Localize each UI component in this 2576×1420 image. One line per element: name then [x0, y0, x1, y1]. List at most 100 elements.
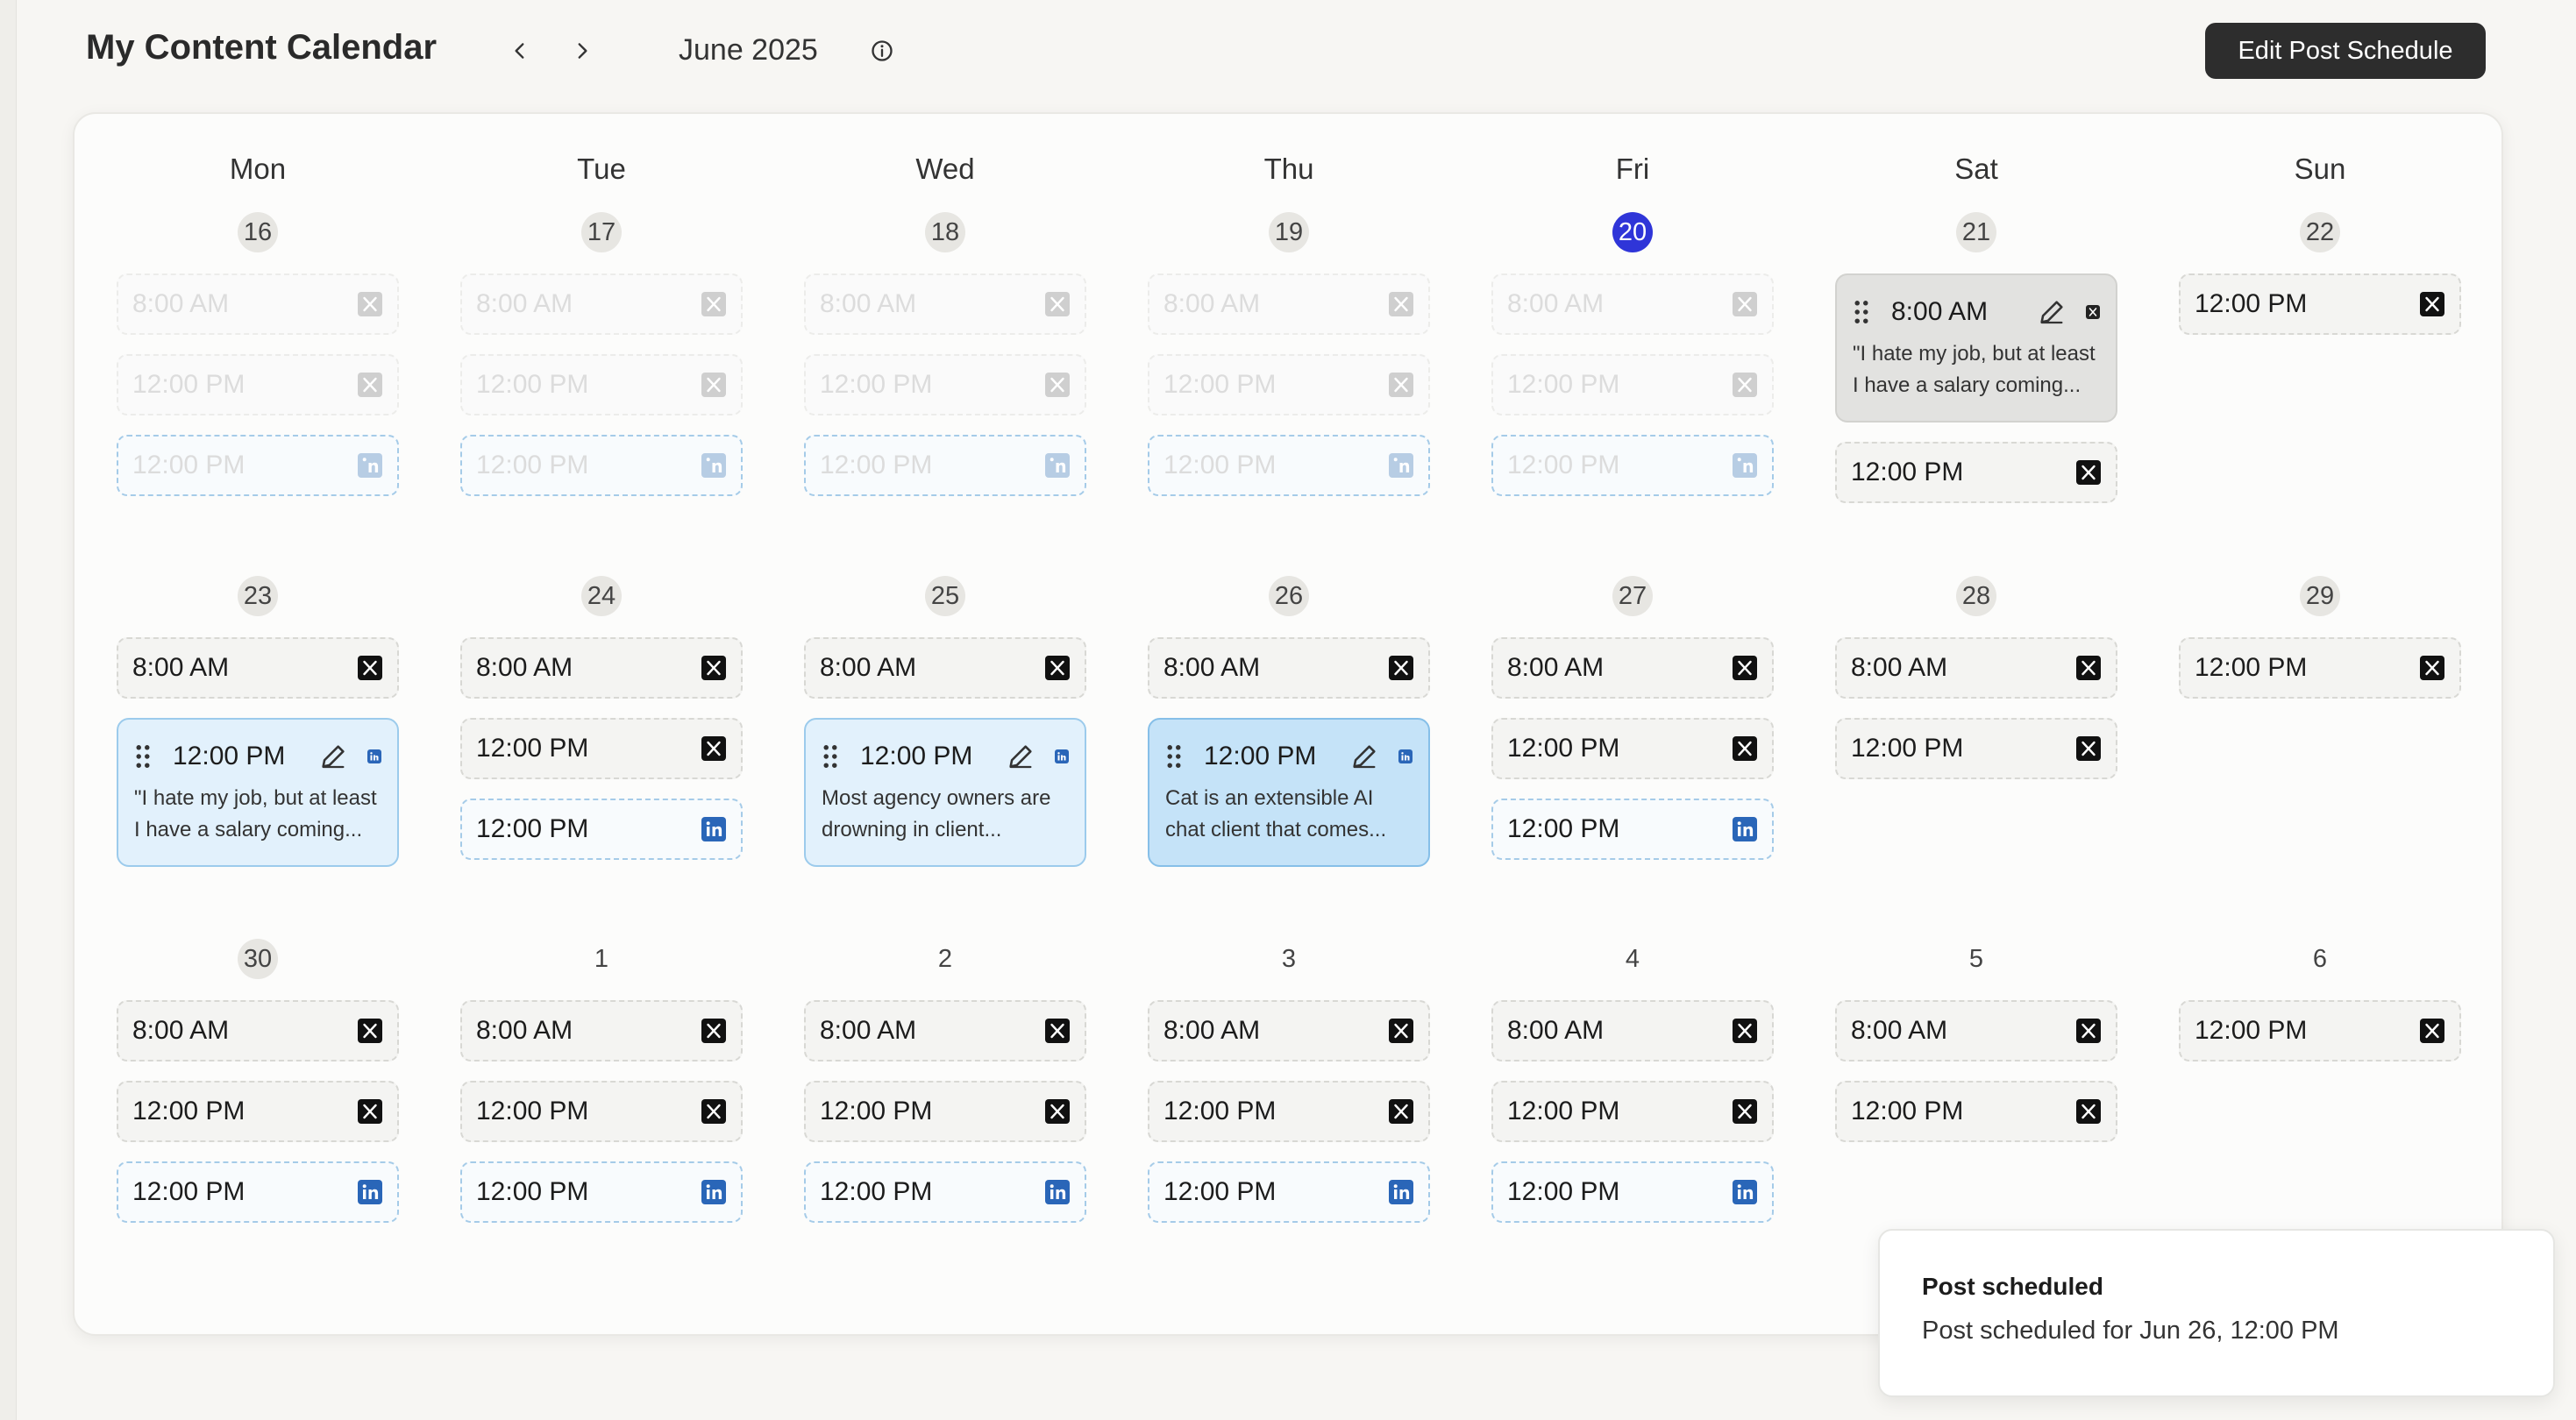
x-logo-icon	[701, 292, 726, 316]
weekday-header: Sat	[1954, 153, 1998, 185]
slot-time: 12:00 PM	[1163, 1097, 1277, 1125]
time-slot[interactable]: 8:00 AM	[1491, 637, 1774, 699]
time-slot[interactable]: 8:00 AM	[1491, 1000, 1774, 1061]
x-logo-icon	[1389, 373, 1413, 397]
slot-time: 12:00 PM	[1507, 814, 1620, 843]
post-header: 12:00 PM	[822, 737, 1069, 776]
current-month-label: June 2025	[679, 33, 818, 67]
time-slot[interactable]: 8:00 AM	[460, 1000, 743, 1061]
slot-time: 12:00 PM	[2195, 1016, 2308, 1045]
linkedin-icon	[1045, 453, 1070, 478]
time-slot: 8:00 AM	[1148, 273, 1430, 335]
drag-handle-icon[interactable]	[134, 743, 152, 770]
linkedin-icon	[701, 1180, 726, 1204]
time-slot[interactable]: 8:00 AM	[1148, 637, 1430, 699]
slot-time: 12:00 PM	[1851, 1097, 1964, 1125]
x-logo-icon	[701, 736, 726, 761]
scheduled-post-card[interactable]: 12:00 PM Cat is an extensible AI chat cli…	[1148, 718, 1430, 867]
time-slot: 8:00 AM	[804, 273, 1086, 335]
day-number: 23	[238, 576, 278, 616]
day-number: 6	[2312, 944, 2328, 973]
linkedin-icon	[1389, 1180, 1413, 1204]
time-slot[interactable]: 12:00 PM	[1491, 1081, 1774, 1142]
slot-time: 12:00 PM	[820, 370, 933, 399]
time-slot[interactable]: 12:00 PM	[1491, 718, 1774, 779]
time-slot[interactable]: 12:00 PM	[2179, 273, 2461, 335]
pencil-icon[interactable]	[318, 742, 348, 771]
time-slot: 12:00 PM	[1491, 435, 1774, 496]
time-slot[interactable]: 12:00 PM	[117, 1081, 399, 1142]
day-number: 1	[594, 944, 609, 973]
slot-time: 12:00 PM	[1163, 451, 1277, 479]
time-slot[interactable]: 8:00 AM	[1835, 1000, 2117, 1061]
post-preview-text: "I hate my job, but at least I have a sa…	[1853, 342, 2096, 397]
time-slot[interactable]: 12:00 PM	[1491, 1161, 1774, 1223]
pencil-icon[interactable]	[2037, 297, 2067, 327]
time-slot[interactable]: 12:00 PM	[804, 1081, 1086, 1142]
linkedin-icon	[1055, 749, 1069, 763]
slot-time: 8:00 AM	[820, 289, 917, 318]
time-slot[interactable]: 12:00 PM	[1835, 442, 2117, 503]
edit-post-schedule-button[interactable]: Edit Post Schedule	[2205, 23, 2486, 79]
time-slot[interactable]: 12:00 PM	[460, 1081, 743, 1142]
time-slot[interactable]: 12:00 PM	[460, 718, 743, 779]
slot-time: 12:00 PM	[476, 814, 589, 843]
slot-time: 8:00 AM	[1163, 1016, 1261, 1045]
time-slot[interactable]: 12:00 PM	[2179, 1000, 2461, 1061]
time-slot: 8:00 AM	[460, 273, 743, 335]
post-time: 12:00 PM	[1204, 742, 1317, 770]
drag-handle-icon[interactable]	[1165, 743, 1183, 770]
time-slot[interactable]: 12:00 PM	[460, 1161, 743, 1223]
drag-handle-icon[interactable]	[1853, 299, 1870, 325]
info-icon[interactable]	[870, 39, 894, 63]
time-slot[interactable]: 8:00 AM	[804, 1000, 1086, 1061]
x-logo-icon	[1733, 292, 1757, 316]
slot-time: 12:00 PM	[476, 451, 589, 479]
calendar-panel: Mon Tue Wed Thu Fri Sat Sun 16 8:00 AM 12:00 PM 12…	[73, 112, 2503, 1336]
x-logo-icon	[358, 656, 382, 680]
pencil-icon[interactable]	[1006, 742, 1035, 771]
time-slot[interactable]: 12:00 PM	[1835, 1081, 2117, 1142]
time-slot[interactable]: 8:00 AM	[117, 1000, 399, 1061]
x-logo-icon	[1389, 656, 1413, 680]
time-slot[interactable]: 12:00 PM	[1835, 718, 2117, 779]
time-slot[interactable]: 8:00 AM	[117, 637, 399, 699]
x-logo-icon	[358, 292, 382, 316]
time-slot[interactable]: 8:00 AM	[804, 637, 1086, 699]
time-slot[interactable]: 12:00 PM	[460, 799, 743, 860]
x-logo-icon	[358, 1019, 382, 1043]
chevron-left-icon	[515, 43, 524, 59]
scheduled-post-card[interactable]: 12:00 PM "I hate my job, but at least I h…	[117, 718, 399, 867]
next-month-button[interactable]	[563, 32, 601, 70]
time-slot: 12:00 PM	[460, 435, 743, 496]
pencil-icon[interactable]	[1349, 742, 1379, 771]
drag-handle-icon[interactable]	[822, 743, 839, 770]
post-time: 12:00 PM	[860, 742, 973, 770]
time-slot[interactable]: 12:00 PM	[1148, 1161, 1430, 1223]
slot-time: 12:00 PM	[476, 370, 589, 399]
x-logo-icon	[2420, 1019, 2444, 1043]
x-logo-icon	[1045, 1019, 1070, 1043]
time-slot[interactable]: 12:00 PM	[804, 1161, 1086, 1223]
time-slot[interactable]: 8:00 AM	[1835, 637, 2117, 699]
x-logo-icon	[701, 1099, 726, 1124]
post-preview-text: Cat is an extensible AI chat client that…	[1165, 786, 1387, 841]
x-logo-icon	[701, 1019, 726, 1043]
prev-month-button[interactable]	[501, 32, 539, 70]
time-slot[interactable]: 12:00 PM	[2179, 637, 2461, 699]
top-bar: My Content Calendar June 2025 Edit Post …	[0, 0, 2576, 103]
time-slot[interactable]: 12:00 PM	[117, 1161, 399, 1223]
scheduled-post-card[interactable]: 8:00 AM "I hate my job, but at least I ha…	[1835, 273, 2117, 422]
linkedin-icon	[1389, 453, 1413, 478]
scheduled-post-card[interactable]: 12:00 PM Most agency owners are drowning …	[804, 718, 1086, 867]
time-slot: 12:00 PM	[804, 354, 1086, 415]
day-number: 26	[1269, 576, 1309, 616]
time-slot[interactable]: 8:00 AM	[460, 637, 743, 699]
today-date-badge: 20	[1612, 212, 1653, 252]
day-number: 22	[2300, 212, 2340, 252]
time-slot[interactable]: 12:00 PM	[1148, 1081, 1430, 1142]
time-slot[interactable]: 12:00 PM	[1491, 799, 1774, 860]
time-slot[interactable]: 8:00 AM	[1148, 1000, 1430, 1061]
linkedin-icon	[701, 817, 726, 841]
x-logo-icon	[1733, 1099, 1757, 1124]
